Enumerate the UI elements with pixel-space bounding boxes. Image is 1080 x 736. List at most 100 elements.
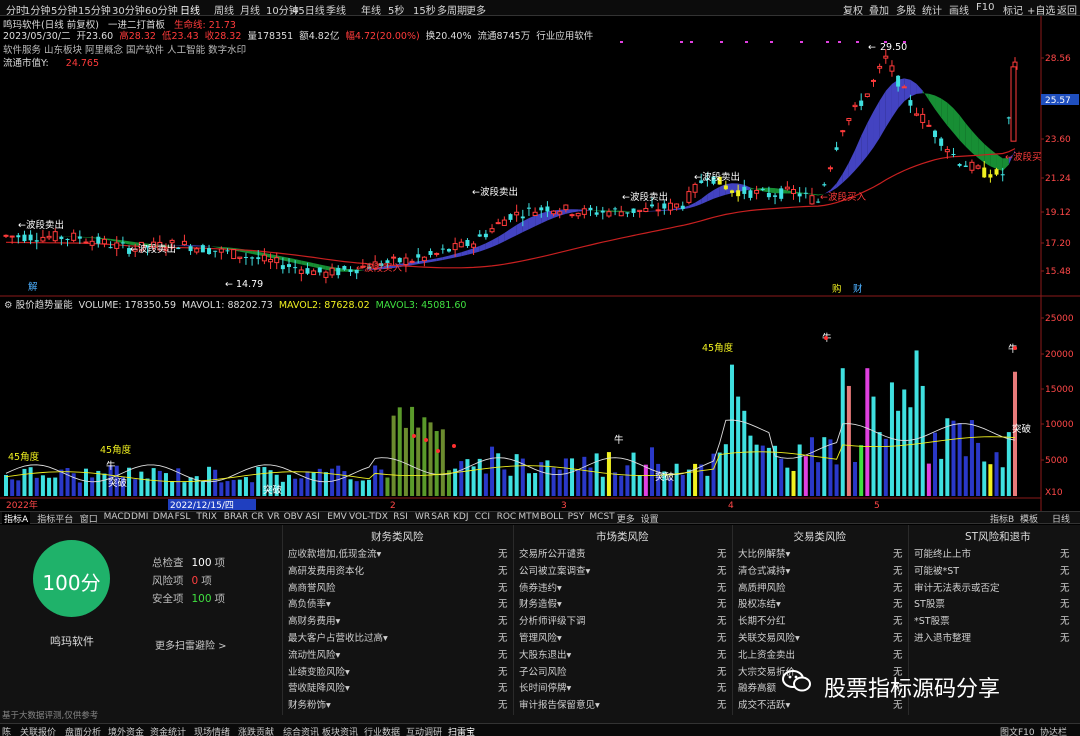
price-tick-label: 15.48	[1045, 267, 1071, 277]
footer-right-0[interactable]: 图文F10	[1000, 725, 1035, 736]
risk-item[interactable]: 成交不活跃▾	[738, 697, 790, 711]
volume-bar	[397, 407, 402, 496]
risk-item[interactable]: 公司被立案调查▾	[519, 563, 590, 577]
footer-tab-5[interactable]: 现场情绪	[194, 725, 230, 736]
risk-item[interactable]: 大比例解禁▾	[738, 546, 790, 560]
volume-indicator-name: 股价趋势量能	[15, 300, 73, 311]
risk-item[interactable]: 融券高额	[738, 680, 776, 694]
footer-tab-4[interactable]: 资金统计	[150, 725, 186, 736]
ma-ribbon-segment	[572, 209, 579, 213]
risk-item[interactable]: 可能被*ST	[914, 563, 959, 577]
month-label: 5	[874, 501, 880, 511]
risk-item[interactable]: 高商誉风险	[288, 580, 336, 594]
indicator-tab-4[interactable]: DMI	[129, 512, 150, 522]
risk-item[interactable]: 大股东退出▾	[519, 647, 571, 661]
footer-tab-9[interactable]: 行业数据	[364, 725, 400, 736]
risk-item[interactable]: 高负债率▾	[288, 596, 331, 610]
more-scan-link[interactable]: 更多扫雷避险 >	[155, 637, 227, 652]
candle-body	[944, 149, 950, 153]
risk-item[interactable]: 高质押风险	[738, 580, 786, 594]
indicator-tab-right-2[interactable]: 日线	[1050, 512, 1072, 525]
footer-tab-7[interactable]: 综合资讯	[283, 725, 319, 736]
risk-item[interactable]: ST股票	[914, 596, 945, 610]
indicator-tab-25[interactable]: 更多	[615, 512, 637, 525]
indicator-tab-24[interactable]: MCST	[587, 512, 616, 522]
footer-tab-11[interactable]: 扫雷宝	[448, 725, 475, 736]
risk-item[interactable]: 高研发费用资本化	[288, 563, 364, 577]
risk-item[interactable]: 流动性风险▾	[288, 647, 340, 661]
risk-item[interactable]: 营收陡降风险▾	[288, 680, 350, 694]
risk-item[interactable]: 可能终止上市	[914, 546, 971, 560]
indicator-tab-13[interactable]: EMV	[325, 512, 349, 522]
risk-item[interactable]: 股权冻结▾	[738, 596, 781, 610]
indicator-tab-19[interactable]: CCI	[473, 512, 492, 522]
risk-item[interactable]: 债券违约▾	[519, 580, 562, 594]
breakthrough-label: 突破	[655, 471, 675, 483]
risk-item[interactable]: 审计报告保留意见▾	[519, 697, 600, 711]
footer-tab-8[interactable]: 板块资讯	[322, 725, 358, 736]
risk-item[interactable]: 长时间停牌▾	[519, 680, 571, 694]
indicator-tab-26[interactable]: 设置	[639, 512, 661, 525]
indicator-tab-14[interactable]: VOL-TDX	[347, 512, 390, 522]
indicator-tab-3[interactable]: MACD	[102, 512, 133, 522]
candle-body	[600, 210, 605, 213]
candle-body	[59, 236, 64, 240]
indicator-tab-15[interactable]: RSI	[391, 512, 410, 522]
footer-tab-2[interactable]: 盘面分析	[65, 725, 101, 736]
footer-tab-6[interactable]: 涨跌贡献	[238, 725, 274, 736]
risk-item[interactable]: 管理风险▾	[519, 630, 562, 644]
indicator-tab-17[interactable]: SAR	[429, 512, 451, 522]
indicator-tab-right-1[interactable]: 模板	[1018, 512, 1040, 525]
risk-item[interactable]: 财务粉饰▾	[288, 697, 331, 711]
risk-item[interactable]: 长期不分红	[738, 613, 786, 627]
indicator-tab-22[interactable]: BOLL	[538, 512, 565, 522]
candle-body	[822, 184, 827, 186]
risk-item[interactable]: 进入退市整理	[914, 630, 971, 644]
risk-item[interactable]: 子公司风险	[519, 664, 567, 678]
volume-bar	[631, 452, 636, 496]
risk-item[interactable]: 审计无法表示或否定	[914, 580, 1000, 594]
risk-item[interactable]: 财务造假▾	[519, 596, 562, 610]
indicator-tab-1[interactable]: 指标平台	[35, 512, 75, 525]
footer-tab-10[interactable]: 互动调研	[406, 725, 442, 736]
footer-tab-0[interactable]: 陈	[2, 725, 11, 736]
risk-item[interactable]: 高财务费用▾	[288, 613, 340, 627]
indicator-tab-12[interactable]: ASI	[303, 512, 322, 522]
indicator-tab-11[interactable]: OBV	[282, 512, 305, 522]
current-price-label: 25.57	[1045, 96, 1071, 106]
volume-indicator-icon[interactable]: ⚙	[4, 300, 13, 311]
risk-item[interactable]: 分析师评级下调	[519, 613, 586, 627]
indicator-tab-18[interactable]: KDJ	[451, 512, 471, 522]
footer-right-1[interactable]: 协达栏	[1040, 725, 1067, 736]
indicator-tab-2[interactable]: 窗口	[78, 512, 100, 525]
indicator-tab-9[interactable]: CR	[249, 512, 266, 522]
risk-item[interactable]: 北上资金卖出	[738, 647, 795, 661]
indicator-tab-8[interactable]: BRAR	[222, 512, 250, 522]
footer-tab-1[interactable]: 关联报价	[20, 725, 56, 736]
risk-item[interactable]: 清仓式减持▾	[738, 563, 790, 577]
volume-bar	[760, 445, 765, 496]
price-tick-label: 19.12	[1045, 208, 1071, 218]
candle-body	[329, 267, 335, 276]
candle-body	[754, 189, 760, 194]
indicator-tab-23[interactable]: PSY	[566, 512, 587, 522]
risk-item[interactable]: 最大客户占营收比过高▾	[288, 630, 388, 644]
volume-bar	[846, 385, 851, 496]
risk-item[interactable]: *ST股票	[914, 613, 950, 627]
indicator-tab-right-0[interactable]: 指标B	[988, 512, 1016, 525]
risk-item[interactable]: 业绩变脸风险▾	[288, 664, 350, 678]
risk-item[interactable]: 交易所公开谴责	[519, 546, 586, 560]
candle-body	[655, 209, 661, 212]
indicator-tab-0[interactable]: 指标A	[2, 512, 31, 525]
footer-tab-3[interactable]: 境外资金	[108, 725, 144, 736]
price-tick-label: 17.20	[1045, 239, 1071, 249]
indicator-tab-20[interactable]: ROC	[495, 512, 519, 522]
indicator-tab-7[interactable]: TRIX	[194, 512, 219, 522]
indicator-tab-6[interactable]: FSL	[173, 512, 193, 522]
signal-dot	[680, 41, 683, 43]
risk-item[interactable]: 应收款增加,低现金流▾	[288, 546, 381, 560]
risk-item[interactable]: 关联交易风险▾	[738, 630, 800, 644]
indicator-tab-10[interactable]: VR	[265, 512, 281, 522]
volume-bar	[188, 477, 193, 496]
volume-bar	[619, 475, 624, 496]
